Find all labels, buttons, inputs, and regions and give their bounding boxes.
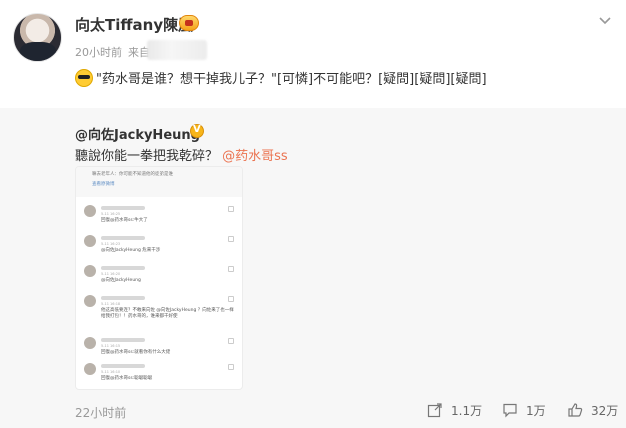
- post-time[interactable]: 20小时前: [75, 44, 122, 60]
- embed-comment: 5-11 16:10 回復@药水哥ss:聪聪聪聪: [76, 361, 242, 389]
- sunglasses-emoji-icon: [75, 69, 93, 87]
- avatar: [84, 337, 96, 349]
- like-button[interactable]: 32万: [567, 401, 622, 419]
- blurred-name: [101, 266, 145, 270]
- embed-comment: 5-11 16:25 回復@药水哥ss:牛大了: [76, 203, 242, 231]
- embedded-screenshot[interactable]: 嘛去老年人：你可能不知道他的徒弟是谁 查看原微博 5-11 16:25 回復@药…: [75, 166, 243, 390]
- avatar: [84, 265, 96, 277]
- comment-time: 5-11 16:25: [101, 212, 121, 216]
- avatar: [84, 205, 96, 217]
- blurred-name: [101, 364, 145, 368]
- comment-body: 回復@药水哥ss:就看你有什么大佬: [101, 350, 171, 355]
- avatar: [84, 295, 96, 307]
- blurred-name: [101, 206, 145, 210]
- comment-body: 回復@药水哥ss:牛大了: [101, 218, 148, 223]
- repost-box[interactable]: @向佐JackyHeung 聽說你能一拳把我乾碎？ @药水哥ss 嘛去老年人：你…: [0, 108, 626, 428]
- thumbs-up-icon: [568, 403, 583, 417]
- embed-header: 嘛去老年人：你可能不知道他的徒弟是谁 查看原微博: [76, 167, 242, 197]
- vip-crown-icon: [179, 15, 199, 31]
- comment-time: 5-11 16:18: [101, 302, 121, 306]
- chevron-down-icon[interactable]: [597, 12, 613, 28]
- comment-time: 5-11 16:20: [101, 272, 121, 276]
- blurred-name: [101, 296, 145, 300]
- author-avatar[interactable]: [13, 13, 62, 62]
- repost-button[interactable]: 1.1万: [427, 401, 487, 419]
- like-icon: [228, 338, 234, 344]
- author-name[interactable]: 向太Tiffany陳嵐: [75, 14, 193, 35]
- comment-button[interactable]: 1万: [502, 401, 552, 419]
- like-icon: [228, 206, 234, 212]
- repost-body: 聽說你能一拳把我乾碎？: [75, 149, 219, 164]
- avatar: [84, 235, 96, 247]
- blurred-name: [101, 236, 145, 240]
- embed-title: 嘛去老年人：你可能不知道他的徒弟是谁: [92, 172, 173, 177]
- repost-count: 1.1万: [451, 404, 483, 418]
- post-header: 向太Tiffany陳嵐 20小时前 来自 "药水哥是谁？想干掉我儿子？"[可憐]…: [0, 0, 626, 108]
- blurred-name: [101, 338, 145, 342]
- comment-icon: [503, 403, 517, 418]
- comment-count: 1万: [526, 404, 546, 418]
- comment-body: 回復@药水哥ss:聪聪聪聪: [101, 376, 153, 381]
- comment-body: @向佐JackyHeung: [101, 278, 141, 283]
- like-icon: [228, 364, 234, 370]
- embed-comment: 5-11 16:20 @向佐JackyHeung: [76, 263, 242, 291]
- repost-text: 聽說你能一拳把我乾碎？ @药水哥ss: [75, 145, 288, 164]
- comment-time: 5-11 16:15: [101, 344, 121, 348]
- comment-time: 5-11 16:10: [101, 370, 121, 374]
- repost-author[interactable]: @向佐JackyHeung: [75, 124, 200, 143]
- like-icon: [228, 236, 234, 242]
- like-icon: [228, 266, 234, 272]
- mention-link[interactable]: @药水哥ss: [222, 149, 288, 164]
- embed-comment: 5-11 16:15 回復@药水哥ss:就看你有什么大佬: [76, 335, 242, 363]
- verified-badge-icon: [190, 124, 204, 138]
- like-count: 32万: [591, 404, 619, 418]
- share-icon: [427, 403, 442, 418]
- comment-body: 他这高低要连？不敢来向佐 @向佐JackyHeung ？向佐来了也一样给我打包！…: [101, 308, 234, 319]
- avatar: [84, 363, 96, 375]
- embed-comment: 5-11 16:23 @向佐JackyHeung 危来干涉: [76, 233, 242, 261]
- embed-link: 查看原微博: [92, 182, 115, 187]
- embed-comment: 5-11 16:18 他这高低要连？不敢来向佐 @向佐JackyHeung ？向…: [76, 293, 242, 333]
- blurred-source: [147, 40, 207, 60]
- post-text: "药水哥是谁？想干掉我儿子？"[可憐]不可能吧？[疑問][疑問][疑問]: [96, 72, 487, 87]
- comment-time: 5-11 16:23: [101, 242, 121, 246]
- like-icon: [228, 296, 234, 302]
- repost-time[interactable]: 22小时前: [75, 404, 126, 421]
- comment-body: @向佐JackyHeung 危来干涉: [101, 248, 161, 253]
